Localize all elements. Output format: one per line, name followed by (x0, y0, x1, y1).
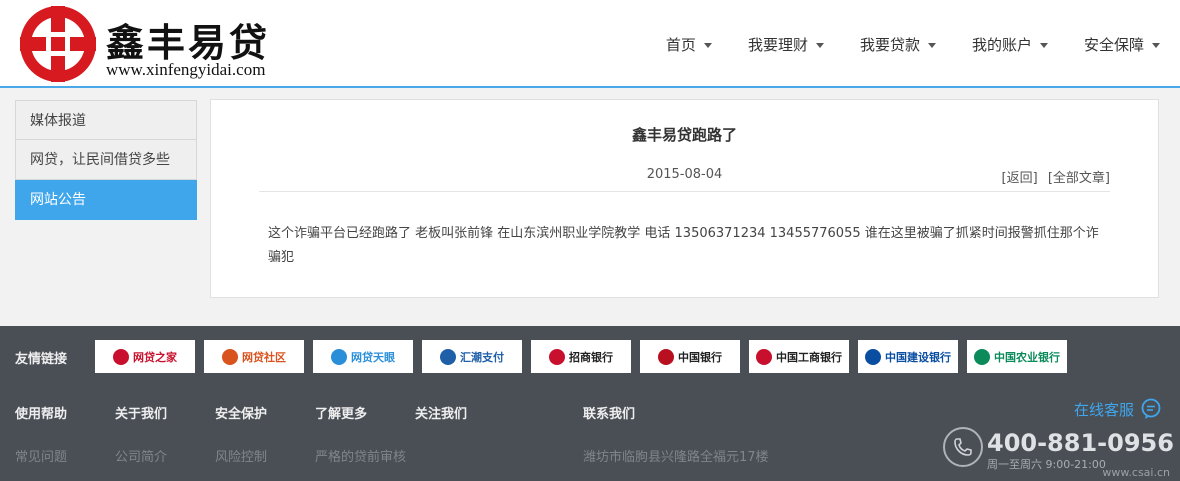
friend-link-icbc[interactable]: 中国工商银行 (749, 340, 849, 373)
friend-link-label: 网贷社区 (242, 350, 286, 364)
footer-col-heading: 了解更多 (315, 407, 368, 422)
contact-address: 潍坊市临朐县兴隆路全福元17楼 (583, 450, 769, 465)
caret-down-icon (703, 43, 712, 48)
nav-home-label: 首页 (665, 36, 696, 54)
site-header: 鑫丰易贷 www.xinfengyidai.com 首页 我要理财 我要贷款 我… (0, 0, 1180, 88)
online-service-label: 在线客服 (1073, 400, 1134, 419)
footer-col-heading: 关于我们 (115, 407, 168, 422)
friend-link-ccb[interactable]: 中国建设银行 (858, 340, 958, 373)
caret-down-icon (1039, 43, 1048, 48)
nav-home[interactable]: 首页 (666, 34, 712, 55)
footer-contact: 联系我们 潍坊市临朐县兴隆路全福元17楼 (583, 403, 769, 465)
footer-link-risk[interactable]: 风险控制 (215, 446, 315, 465)
nav-security-label: 安全保障 (1083, 36, 1144, 54)
back-link[interactable]: [返回] (1002, 171, 1038, 186)
brand-mark-icon (549, 348, 565, 365)
sidebar: 媒体报道 网贷，让民间借贷多些 网站公告 (15, 100, 197, 220)
friend-link-label: 中国工商银行 (776, 350, 842, 364)
brand-mark-icon (658, 348, 674, 365)
nav-security[interactable]: 安全保障 (1084, 34, 1160, 55)
friend-link-wangdaishequ[interactable]: 网贷社区 (204, 340, 304, 373)
friend-link-boc[interactable]: 中国银行 (640, 340, 740, 373)
hotline-hours: 周一至周六 9:00-21:00 (987, 458, 1106, 471)
all-articles-link[interactable]: [全部文章] (1048, 171, 1110, 186)
article-links: [返回] [全部文章] (996, 167, 1110, 186)
logo-mark-icon (20, 6, 96, 82)
footer-link-faq[interactable]: 常见问题 (15, 446, 115, 465)
footer-col-about: 关于我们 公司简介 (115, 403, 215, 465)
article-title: 鑫丰易贷跑路了 (631, 126, 737, 144)
friend-link-wangdaizhijia[interactable]: 网贷之家 (95, 340, 195, 373)
article-panel: 鑫丰易贷跑路了 2015-08-04 [返回] [全部文章] 这个诈骗平台已经跑… (210, 99, 1159, 298)
friend-link-cmb[interactable]: 招商银行 (531, 340, 631, 373)
friend-link-wangdaitianyan[interactable]: 网贷天眼 (313, 340, 413, 373)
friend-links: 网贷之家 网贷社区 网贷天眼 汇潮支付 招商银行 中国银行 中国工商银行 中国建… (95, 340, 1076, 373)
main-nav: 首页 我要理财 我要贷款 我的账户 安全保障 (630, 34, 1160, 55)
brand-mark-icon (756, 348, 772, 365)
nav-loan-label: 我要贷款 (859, 36, 920, 54)
brand-mark-icon (331, 348, 347, 365)
footer-col-more: 了解更多 严格的贷前审核 (315, 403, 415, 465)
footer-col-heading: 使用帮助 (15, 407, 68, 422)
nav-account[interactable]: 我的账户 (972, 34, 1048, 55)
friend-link-label: 网贷之家 (133, 350, 177, 364)
contact-heading: 联系我们 (583, 407, 636, 422)
footer-col-follow: 关注我们 (415, 403, 515, 465)
footer-columns: 使用帮助 常见问题 关于我们 公司简介 安全保护 风险控制 了解更多 严格的贷前… (15, 403, 515, 465)
sidebar-item-media[interactable]: 媒体报道 (15, 100, 197, 140)
logo-url: www.xinfengyidai.com (106, 60, 266, 79)
friend-link-huichao[interactable]: 汇潮支付 (422, 340, 522, 373)
phone-glyph-icon (954, 438, 972, 456)
hotline-number: 400-881-0956 (987, 429, 1174, 457)
friend-link-label: 中国银行 (678, 350, 722, 364)
nav-invest-label: 我要理财 (747, 36, 808, 54)
friend-link-label: 招商银行 (569, 350, 613, 364)
divider (259, 191, 1110, 192)
nav-invest[interactable]: 我要理财 (748, 34, 824, 55)
site-logo[interactable]: 鑫丰易贷 www.xinfengyidai.com (14, 4, 304, 84)
online-service-button[interactable]: 在线客服 (1074, 398, 1162, 420)
site-footer: 友情链接 网贷之家 网贷社区 网贷天眼 汇潮支付 招商银行 中国银行 中国工商银… (0, 326, 1180, 481)
phone-icon (943, 427, 983, 467)
sidebar-item-p2p[interactable]: 网贷，让民间借贷多些 (15, 140, 197, 180)
nav-account-label: 我的账户 (971, 36, 1032, 54)
brand-mark-icon (865, 348, 881, 365)
footer-col-heading: 关注我们 (415, 407, 468, 422)
article-body: 这个诈骗平台已经跑路了 老板叫张前锋 在山东滨州职业学院教学 电话 135063… (268, 226, 1099, 265)
friend-link-label: 汇潮支付 (460, 350, 504, 364)
footer-col-help: 使用帮助 常见问题 (15, 403, 115, 465)
footer-link-review[interactable]: 严格的贷前审核 (315, 446, 415, 465)
logo-title: 鑫丰易贷 (106, 20, 271, 65)
friend-link-abc[interactable]: 中国农业银行 (967, 340, 1067, 373)
brand-mark-icon (113, 348, 129, 365)
friend-link-label: 网贷天眼 (351, 350, 395, 364)
friend-links-label: 友情链接 (15, 352, 68, 367)
brand-mark-icon (974, 348, 990, 365)
caret-down-icon (815, 43, 824, 48)
brand-mark-icon (222, 348, 238, 365)
friend-link-label: 中国建设银行 (885, 350, 951, 364)
watermark: www.csai.cn (1102, 466, 1170, 479)
footer-link-company[interactable]: 公司简介 (115, 446, 215, 465)
friend-link-label: 中国农业银行 (994, 350, 1060, 364)
footer-col-security: 安全保护 风险控制 (215, 403, 315, 465)
chat-bubble-icon (1141, 398, 1161, 419)
sidebar-item-announcements[interactable]: 网站公告 (15, 180, 197, 220)
caret-down-icon (1152, 43, 1160, 48)
brand-mark-icon (440, 348, 456, 365)
caret-down-icon (927, 43, 936, 48)
footer-col-heading: 安全保护 (215, 407, 268, 422)
nav-loan[interactable]: 我要贷款 (860, 34, 936, 55)
